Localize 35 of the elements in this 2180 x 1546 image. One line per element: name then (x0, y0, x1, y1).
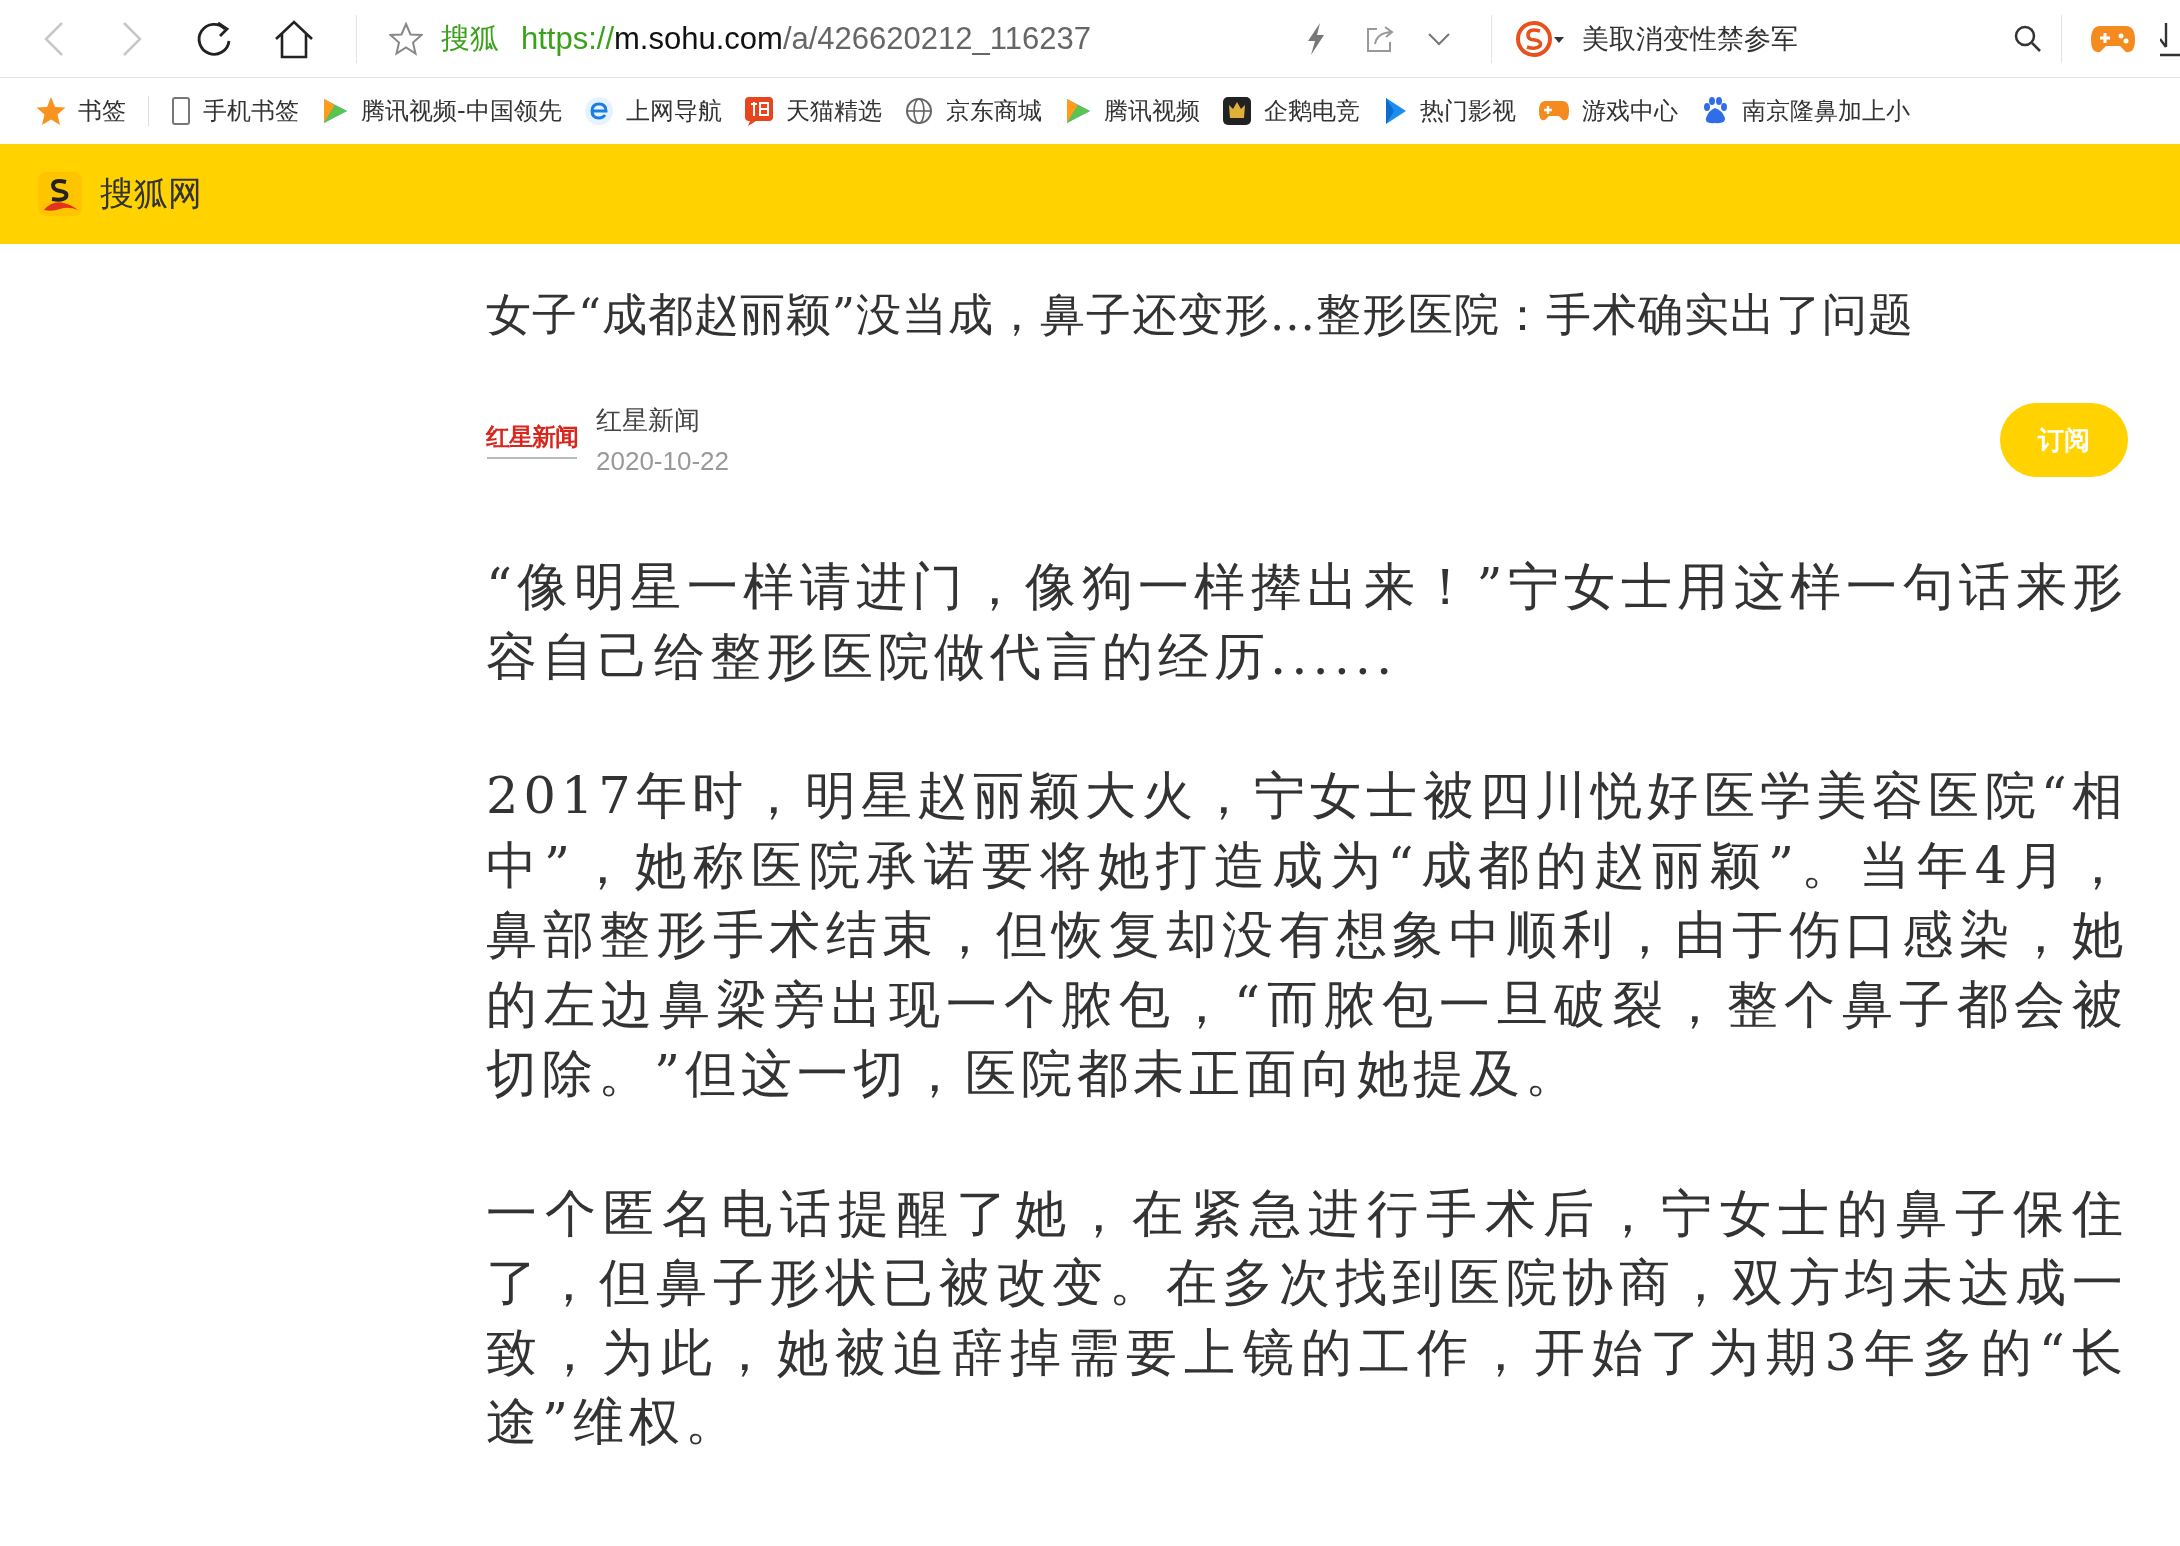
bookmark-link[interactable]: 腾讯视频-中国领先 (361, 95, 562, 127)
bookmark-link[interactable]: 热门影视 (1419, 95, 1516, 127)
bookmark-link[interactable]: 手机书签 (203, 95, 299, 127)
publish-date: 2020-10-22 (596, 446, 729, 477)
e-icon (583, 96, 614, 126)
address-field[interactable]: https://m.sohu.com/a/426620212_116237 (521, 20, 1091, 57)
article-title: 女子“成都赵丽颖”没当成，鼻子还变形...整形医院：手术确实出了问题 (486, 287, 1915, 343)
bookmark-link[interactable]: 腾讯视频 (1103, 95, 1200, 127)
site-logo[interactable] (38, 172, 82, 216)
download-icon[interactable] (2160, 20, 2180, 57)
globe-icon (903, 96, 934, 126)
article-paragraph: 2017年时，明星赵丽颖大火，宁女士被四川悦好医学美容医院“相中”，她称医院承诺要将她打造成为“成都的赵丽颖”。当年4月，鼻部整形手术结束，但恢复却没有想象中顺利，由于伤口感染，她的左边鼻梁旁出现一个脓包，“而脓包一旦破裂，整个鼻子都会被切除。”但这一切，医院都未正面向她提及。 (486, 765, 2128, 1105)
share-icon[interactable] (1365, 23, 1396, 54)
bookmark-link[interactable]: 书签 (78, 95, 126, 127)
bookmark-link[interactable]: 游戏中心 (1581, 95, 1678, 127)
search-engine-logo[interactable] (1514, 18, 1567, 59)
article-paragraph: 一个匿名电话提醒了她，在紧急进行手术后，宁女士的鼻子保住了，但鼻子形状已被改变。在多次找到医院协商，双方均未达成一致，为此，她被迫辞掉需要上镜的工作，开始了为期3年多的“长途”维权。 (486, 1182, 2128, 1453)
phone-icon (171, 96, 191, 126)
play-icon (321, 96, 349, 126)
bookmark-link[interactable]: 京东商城 (945, 95, 1042, 127)
source-logo: 红星新闻 (486, 421, 578, 459)
star-icon[interactable] (389, 21, 423, 56)
bookmark-link[interactable]: 南京隆鼻加上小 (1741, 95, 1910, 127)
bookmark-link[interactable]: 天猫精选 (785, 95, 882, 127)
search-field[interactable]: 美取消变性禁参军 (1582, 20, 1799, 57)
chevron-icon[interactable] (1427, 30, 1452, 47)
search-icon[interactable] (2013, 23, 2043, 54)
article-paragraph: “像明星一样请进门，像狗一样撵出来！”宁女士用这样一句话来形容自己给整形医院做代言的经历...... (486, 556, 2128, 688)
source-name[interactable]: 红星新闻 (596, 403, 729, 438)
star-icon (36, 96, 66, 126)
bookmark-link[interactable]: 企鹅电竞 (1263, 95, 1360, 127)
site-label: 搜狐 (441, 19, 499, 57)
crest-icon (1221, 96, 1252, 126)
site-title[interactable]: 搜狐网 (100, 171, 202, 217)
bookmark-link[interactable]: 上网导航 (625, 95, 722, 127)
